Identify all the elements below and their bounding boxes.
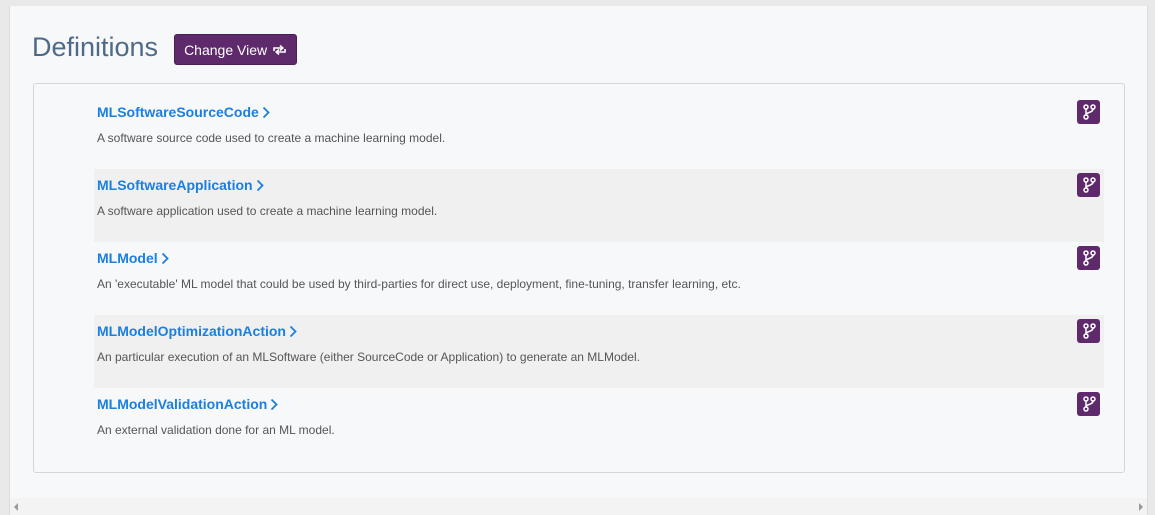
- definition-description: A software source code used to create a …: [97, 131, 446, 145]
- branch-button[interactable]: [1077, 173, 1100, 197]
- definitions-panel: MLSoftwareSourceCode A software source c…: [33, 83, 1125, 473]
- definition-description: A software application used to create a …: [97, 204, 438, 218]
- chevron-right-icon: [161, 252, 169, 264]
- branch-button[interactable]: [1077, 246, 1100, 270]
- definition-name: MLModel: [97, 250, 158, 266]
- list-item: MLModel An 'executable' ML model that co…: [94, 242, 1104, 315]
- chevron-right-icon: [256, 179, 264, 191]
- definition-name: MLSoftwareSourceCode: [97, 104, 259, 120]
- horizontal-scrollbar[interactable]: [10, 498, 1147, 515]
- definition-description: An particular execution of an MLSoftware…: [97, 350, 640, 364]
- branch-icon: [1082, 104, 1096, 120]
- branch-icon: [1082, 396, 1096, 412]
- definition-name: MLModelOptimizationAction: [97, 323, 286, 339]
- branch-icon: [1082, 323, 1096, 339]
- branch-icon: [1082, 250, 1096, 266]
- definition-link[interactable]: MLModelOptimizationAction: [97, 323, 297, 339]
- list-item: MLSoftwareSourceCode A software source c…: [94, 96, 1104, 169]
- page-header: Definitions Change View: [32, 30, 298, 65]
- change-view-label: Change View: [184, 41, 268, 58]
- definition-link[interactable]: MLModelValidationAction: [97, 396, 279, 412]
- list-item: MLSoftwareApplication A software applica…: [94, 169, 1104, 242]
- page-title: Definitions: [32, 32, 159, 62]
- change-view-button[interactable]: Change View: [174, 34, 298, 65]
- list-item: MLModelOptimizationAction An particular …: [94, 315, 1104, 388]
- scroll-left-icon[interactable]: [14, 503, 18, 511]
- branch-icon: [1082, 177, 1096, 193]
- chevron-right-icon: [289, 325, 297, 337]
- refresh-icon: [273, 44, 286, 55]
- scroll-right-icon[interactable]: [1139, 503, 1143, 511]
- chevron-right-icon: [262, 106, 270, 118]
- branch-button[interactable]: [1077, 100, 1100, 124]
- definition-name: MLSoftwareApplication: [97, 177, 253, 193]
- definition-name: MLModelValidationAction: [97, 396, 268, 412]
- definitions-page: Definitions Change View MLSoftwareSource…: [9, 6, 1148, 515]
- definition-description: An external validation done for an ML mo…: [97, 423, 335, 437]
- branch-button[interactable]: [1077, 319, 1100, 343]
- branch-button[interactable]: [1077, 392, 1100, 416]
- definition-link[interactable]: MLSoftwareApplication: [97, 177, 264, 193]
- list-item: MLModelValidationAction An external vali…: [94, 388, 1104, 461]
- definition-link[interactable]: MLSoftwareSourceCode: [97, 104, 270, 120]
- definitions-list: MLSoftwareSourceCode A software source c…: [94, 96, 1104, 461]
- definition-description: An 'executable' ML model that could be u…: [97, 277, 741, 291]
- definition-link[interactable]: MLModel: [97, 250, 169, 266]
- chevron-right-icon: [271, 398, 279, 410]
